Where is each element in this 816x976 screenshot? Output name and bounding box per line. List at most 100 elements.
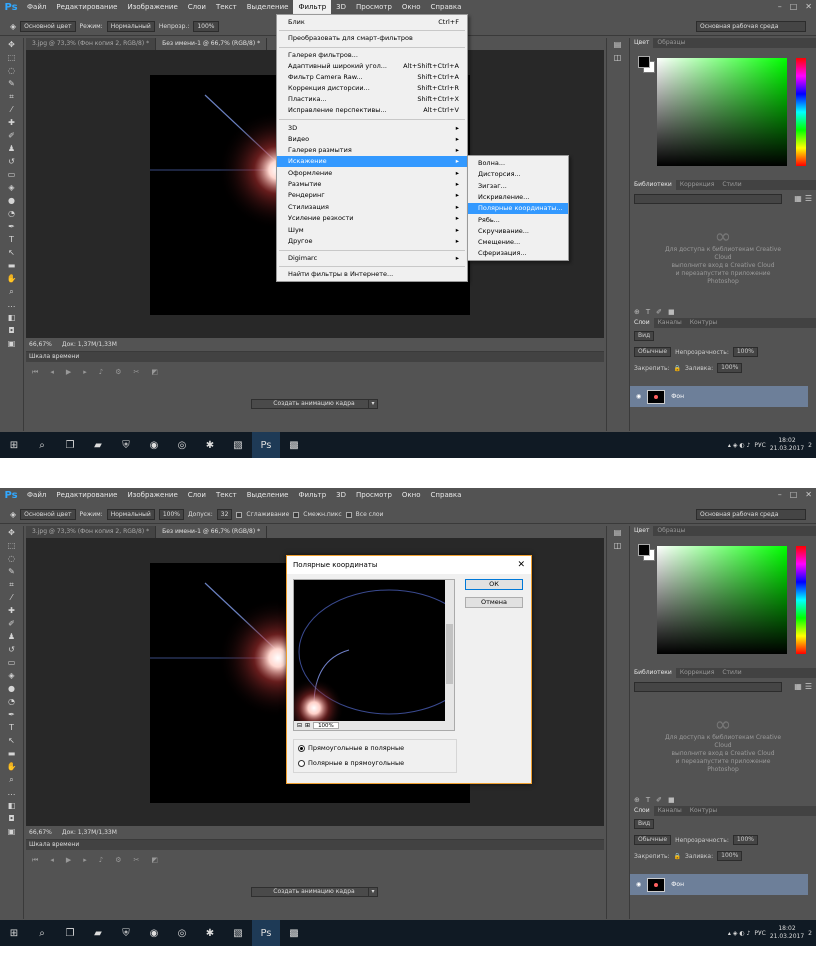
- language-indicator[interactable]: РУС: [754, 442, 765, 449]
- clock[interactable]: 18:02 21.03.2017: [770, 925, 804, 941]
- menu-select[interactable]: Выделение: [242, 488, 294, 503]
- zoom-in-icon[interactable]: ⊞: [305, 722, 310, 729]
- fill-source-select[interactable]: Основной цвет: [20, 21, 76, 32]
- type-tool-icon[interactable]: T: [0, 233, 23, 246]
- properties-icon[interactable]: ◫: [607, 51, 628, 64]
- blend-mode-select[interactable]: Обычные: [634, 835, 672, 845]
- radio-polar-to-rect[interactable]: Полярные в прямоугольные: [298, 759, 404, 767]
- library-select[interactable]: [634, 194, 782, 204]
- next-frame-icon[interactable]: ▸: [83, 856, 87, 865]
- notification-icon[interactable]: 2: [808, 930, 812, 937]
- tab-adjustments[interactable]: Коррекция: [676, 668, 718, 678]
- paint-bucket-icon[interactable]: ◈: [10, 508, 16, 521]
- windows-start-icon[interactable]: ⊞: [0, 920, 28, 946]
- history-brush-icon[interactable]: ↺: [0, 155, 23, 168]
- move-tool-icon[interactable]: ✥: [0, 526, 23, 539]
- eye-icon[interactable]: ◉: [636, 393, 641, 400]
- create-frame-animation-button[interactable]: Создать анимацию кадра: [251, 887, 377, 897]
- history-icon[interactable]: ▤: [607, 38, 628, 51]
- contiguous-checkbox[interactable]: [293, 511, 300, 518]
- maximize-icon[interactable]: □: [790, 490, 798, 499]
- zoom-out-icon[interactable]: ⊟: [297, 722, 302, 729]
- tab-styles[interactable]: Стили: [718, 180, 745, 190]
- swatch-icon[interactable]: ■: [668, 308, 675, 316]
- submenu-item-wave[interactable]: Волна...: [468, 158, 568, 169]
- store-icon[interactable]: ⛨: [112, 920, 140, 946]
- chevron-down-icon[interactable]: ▾: [368, 887, 378, 897]
- color-picker-field[interactable]: [657, 546, 787, 654]
- hand-tool-icon[interactable]: ✋: [0, 272, 23, 285]
- brush-tool-icon[interactable]: ✐: [0, 617, 23, 630]
- menu-item-blur[interactable]: Размытие ▸: [277, 179, 467, 190]
- tab-color[interactable]: Цвет: [630, 38, 654, 48]
- audio-icon[interactable]: ♪: [99, 368, 103, 377]
- menu-filter[interactable]: Фильтр: [293, 0, 332, 15]
- blur-tool-icon[interactable]: ●: [0, 682, 23, 695]
- tab-layers[interactable]: Слои: [630, 318, 654, 328]
- color-picker-field[interactable]: [657, 58, 787, 166]
- doc-tab-1[interactable]: 3.jpg @ 73,3% (Фон копия 2, RGB/8) *: [26, 526, 157, 538]
- menu-item-stylize[interactable]: Стилизация ▸: [277, 202, 467, 213]
- settings-icon[interactable]: ⚙: [115, 368, 121, 377]
- next-frame-icon[interactable]: ▸: [83, 368, 87, 377]
- menu-item-last-filter[interactable]: Блик Ctrl+F: [277, 17, 467, 28]
- list-view-icon[interactable]: ☰: [805, 194, 812, 203]
- close-icon[interactable]: ✕: [805, 490, 812, 499]
- foreground-color[interactable]: [638, 544, 650, 556]
- quick-select-tool-icon[interactable]: ✎: [0, 77, 23, 90]
- tab-swatches[interactable]: Образцы: [653, 38, 689, 48]
- app-icon[interactable]: ▩: [280, 432, 308, 458]
- submenu-item-zigzag[interactable]: Зигзаг...: [468, 181, 568, 192]
- menu-help[interactable]: Справка: [426, 0, 467, 15]
- quick-mask-icon[interactable]: ◘: [0, 812, 23, 825]
- app-icon[interactable]: ◎: [168, 920, 196, 946]
- menu-edit[interactable]: Редактирование: [51, 0, 122, 15]
- menu-item-distort[interactable]: Искажение ▸: [277, 156, 467, 167]
- transition-icon[interactable]: ◩: [151, 856, 158, 865]
- prev-frame-icon[interactable]: ◂: [50, 856, 54, 865]
- menu-item-browse-filters[interactable]: Найти фильтры в Интернете...: [277, 269, 467, 280]
- history-brush-icon[interactable]: ↺: [0, 643, 23, 656]
- layer-opacity-input[interactable]: 100%: [732, 347, 758, 357]
- smoothing-checkbox[interactable]: [236, 511, 243, 518]
- menu-window[interactable]: Окно: [397, 0, 426, 15]
- menu-item-smart-filters[interactable]: Преобразовать для смарт-фильтров: [277, 33, 467, 44]
- dodge-tool-icon[interactable]: ◔: [0, 695, 23, 708]
- chevron-down-icon[interactable]: ▾: [368, 399, 378, 409]
- app-icon[interactable]: ✱: [196, 432, 224, 458]
- maximize-icon[interactable]: □: [790, 2, 798, 11]
- type-tool-icon[interactable]: T: [0, 721, 23, 734]
- tray-icons[interactable]: ▴ ◈ ◐ ♪: [728, 930, 750, 937]
- zoom-level[interactable]: 66,67%: [29, 341, 52, 348]
- opacity-input[interactable]: 100%: [158, 509, 184, 520]
- tab-color[interactable]: Цвет: [630, 526, 654, 536]
- menu-item-sharpen[interactable]: Усиление резкости ▸: [277, 213, 467, 224]
- hand-tool-icon[interactable]: ✋: [0, 760, 23, 773]
- color-swatches-icon[interactable]: ◧: [0, 311, 23, 324]
- preview-scrollbar[interactable]: [445, 580, 454, 730]
- chrome-icon[interactable]: ◉: [140, 920, 168, 946]
- menu-file[interactable]: Файл: [22, 488, 51, 503]
- path-select-icon[interactable]: ↖: [0, 246, 23, 259]
- prev-frame-icon[interactable]: ◂: [50, 368, 54, 377]
- brush-tool-icon[interactable]: ✐: [0, 129, 23, 142]
- history-icon[interactable]: ▤: [607, 526, 628, 539]
- all-layers-checkbox[interactable]: [345, 511, 352, 518]
- fill-input[interactable]: 100%: [717, 363, 743, 373]
- doc-tab-2[interactable]: Без имени-1 @ 66,7% (RGB/8) *: [156, 38, 268, 50]
- shape-tool-icon[interactable]: ▬: [0, 259, 23, 272]
- menu-item-render[interactable]: Рендеринг ▸: [277, 190, 467, 201]
- app-icon[interactable]: ▩: [280, 920, 308, 946]
- doc-tab-2[interactable]: Без имени-1 @ 66,7% (RGB/8) *: [156, 526, 268, 538]
- shape-tool-icon[interactable]: ▬: [0, 747, 23, 760]
- fill-source-select[interactable]: Основной цвет: [20, 509, 76, 520]
- blur-tool-icon[interactable]: ●: [0, 194, 23, 207]
- notification-icon[interactable]: 2: [808, 442, 812, 449]
- submenu-item-displace[interactable]: Дисторсия...: [468, 169, 568, 180]
- menu-item-digimarc[interactable]: Digimarc ▸: [277, 253, 467, 264]
- layer-kind-select[interactable]: Вид: [634, 331, 655, 341]
- menu-text[interactable]: Текст: [211, 488, 242, 503]
- paint-bucket-icon[interactable]: ◈: [10, 20, 16, 33]
- path-select-icon[interactable]: ↖: [0, 734, 23, 747]
- swatch-icon[interactable]: ■: [668, 796, 675, 804]
